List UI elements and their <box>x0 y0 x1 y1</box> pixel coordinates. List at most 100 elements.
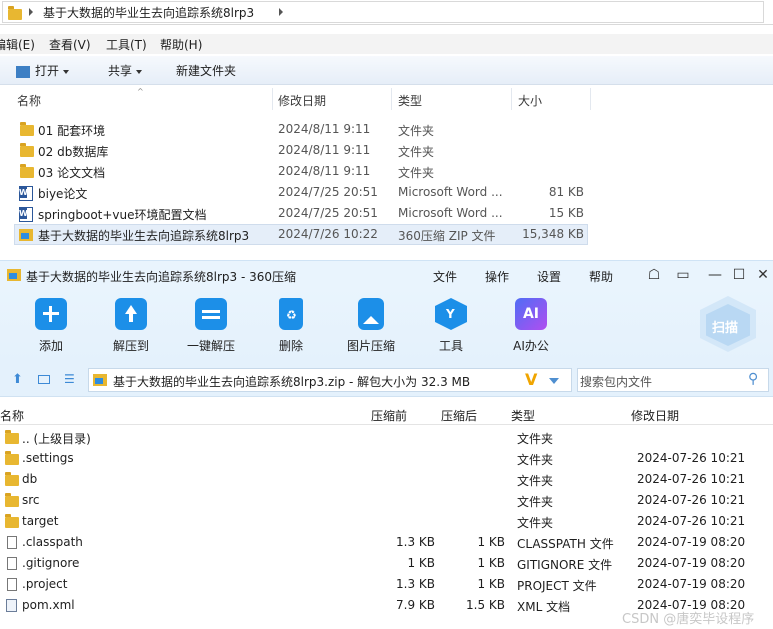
image-compress-button[interactable]: 图片压缩 <box>338 298 404 354</box>
file-row[interactable]: springboot+vue环境配置文档 2024/7/25 20:51 Mic… <box>14 203 588 224</box>
archive-row[interactable]: .settings 文件夹 2024-07-26 10:21 <box>0 448 773 469</box>
folder-icon <box>5 493 19 507</box>
add-button[interactable]: 添加 <box>18 298 84 354</box>
skin-icon[interactable]: ☖ <box>647 268 661 282</box>
breadcrumb-arrow-icon[interactable] <box>29 8 33 16</box>
file-row[interactable]: 03 论文文档 2024/8/11 9:11 文件夹 <box>14 161 588 182</box>
entry-date: 2024-07-19 08:20 <box>637 535 746 549</box>
column-divider[interactable] <box>590 88 591 110</box>
column-after[interactable]: 压缩后 <box>441 407 477 424</box>
entry-type: 文件夹 <box>517 474 554 488</box>
breadcrumb-current[interactable]: 基于大数据的毕业生去向追踪系统8lrp3 <box>43 4 254 21</box>
entry-date: 2024-07-26 10:21 <box>637 472 746 486</box>
explorer-address-bar[interactable]: 基于大数据的毕业生去向追踪系统8lrp3 <box>0 0 773 25</box>
search-icon[interactable]: ⚲ <box>748 371 758 387</box>
chevron-down-icon[interactable] <box>549 378 559 384</box>
entry-name: .project <box>22 577 68 591</box>
xml-file-icon <box>6 599 17 612</box>
entry-date: 2024-07-26 10:21 <box>637 514 746 528</box>
menu-help[interactable]: 帮助(H) <box>160 36 202 53</box>
entry-size-after: 1 KB <box>477 577 505 591</box>
column-divider[interactable] <box>391 88 392 110</box>
share-button[interactable]: 共享 <box>108 62 143 79</box>
entry-type: PROJECT 文件 <box>517 579 597 593</box>
entry-date: 2024-07-19 08:20 <box>637 556 746 570</box>
column-size[interactable]: 大小 <box>518 92 542 109</box>
entry-size-before: 1 KB <box>407 556 435 570</box>
entry-name: src <box>22 493 40 507</box>
archive-row[interactable]: .gitignore 1 KB 1 KB GITIGNORE 文件 2024-0… <box>0 553 773 574</box>
explorer-toolbar: 打开 共享 新建文件夹 <box>0 56 773 85</box>
archive-row[interactable]: .project 1.3 KB 1 KB PROJECT 文件 2024-07-… <box>0 574 773 595</box>
archive-search-field[interactable]: 搜索包内文件 ⚲ <box>577 368 769 392</box>
column-before[interactable]: 压缩前 <box>371 407 407 424</box>
chevron-down-icon <box>136 69 143 74</box>
file-name: 02 db数据库 <box>38 145 109 159</box>
tools-button[interactable]: Y 工具 <box>418 298 484 354</box>
column-date[interactable]: 修改日期 <box>631 407 679 424</box>
one-click-extract-button[interactable]: 一键解压 <box>178 298 244 354</box>
column-divider[interactable] <box>272 88 273 110</box>
archive-path-text: 基于大数据的毕业生去向追踪系统8lrp3.zip - 解包大小为 32.3 MB <box>113 375 471 389</box>
watermark: CSDN @唐奕毕设程序 <box>622 612 755 627</box>
folder-icon <box>5 430 19 444</box>
entry-size-after: 1 KB <box>477 535 505 549</box>
extract-to-button[interactable]: 解压到 <box>98 298 164 354</box>
folder-icon <box>8 6 22 20</box>
explorer-column-header: 名称 ^ 修改日期 类型 大小 <box>0 87 773 110</box>
menu-help[interactable]: 帮助 <box>589 268 613 285</box>
open-icon <box>16 65 30 78</box>
archive-row[interactable]: .. (上级目录) 文件夹 <box>0 427 773 448</box>
menu-edit[interactable]: 编辑(E) <box>0 36 35 53</box>
list-view-icon[interactable]: ☰ <box>64 372 75 386</box>
one-click-extract-icon <box>195 298 227 330</box>
archive-row[interactable]: target 文件夹 2024-07-26 10:21 <box>0 511 773 532</box>
file-date: 2024/7/26 10:22 <box>278 227 378 241</box>
file-type: Microsoft Word ... <box>398 185 503 199</box>
maximize-icon[interactable]: ☐ <box>732 268 746 282</box>
archive-row[interactable]: .classpath 1.3 KB 1 KB CLASSPATH 文件 2024… <box>0 532 773 553</box>
file-row[interactable]: 02 db数据库 2024/8/11 9:11 文件夹 <box>14 140 588 161</box>
thumbnail-view-icon[interactable] <box>38 375 50 384</box>
new-folder-button[interactable]: 新建文件夹 <box>176 62 236 79</box>
column-name[interactable]: 名称 <box>17 92 41 109</box>
delete-button[interactable]: ♻ 删除 <box>258 298 324 354</box>
zip-archive-icon <box>93 374 107 386</box>
ai-office-button[interactable]: AI AI办公 <box>498 298 564 354</box>
menu-tools[interactable]: 工具(T) <box>106 36 147 53</box>
chevron-down-icon <box>63 69 70 74</box>
entry-name: pom.xml <box>22 598 75 612</box>
close-icon[interactable]: ✕ <box>756 268 770 282</box>
archive-path-field[interactable]: 基于大数据的毕业生去向追踪系统8lrp3.zip - 解包大小为 32.3 MB… <box>88 368 572 392</box>
menu-file[interactable]: 文件 <box>433 268 457 285</box>
column-type[interactable]: 类型 <box>398 92 422 109</box>
file-type: 文件夹 <box>398 166 435 180</box>
up-arrow-icon[interactable]: ⬆ <box>12 372 23 387</box>
feedback-icon[interactable]: ▭ <box>676 268 690 282</box>
entry-size-before: 7.9 KB <box>396 598 435 612</box>
sort-up-icon: ^ <box>137 87 144 96</box>
column-divider[interactable] <box>511 88 512 110</box>
open-button[interactable]: 打开 <box>16 62 70 79</box>
minimize-icon[interactable]: — <box>708 268 722 282</box>
breadcrumb-arrow-icon[interactable] <box>279 8 283 16</box>
archive-row[interactable]: db 文件夹 2024-07-26 10:21 <box>0 469 773 490</box>
column-type[interactable]: 类型 <box>511 407 535 424</box>
folder-icon <box>5 451 19 465</box>
menu-settings[interactable]: 设置 <box>537 268 561 285</box>
zip-archive-icon <box>19 229 33 241</box>
entry-size-after: 1 KB <box>477 556 505 570</box>
search-input[interactable]: 搜索包内文件 <box>580 373 652 390</box>
zip-app-icon <box>7 269 21 281</box>
file-size: 15 KB <box>548 206 584 220</box>
menu-operate[interactable]: 操作 <box>485 268 509 285</box>
file-row[interactable]: 01 配套环境 2024/8/11 9:11 文件夹 <box>14 119 588 140</box>
archive-row[interactable]: src 文件夹 2024-07-26 10:21 <box>0 490 773 511</box>
file-row[interactable]: biye论文 2024/7/25 20:51 Microsoft Word ..… <box>14 182 588 203</box>
explorer-menubar: 编辑(E) 查看(V) 工具(T) 帮助(H) <box>0 34 773 54</box>
menu-view[interactable]: 查看(V) <box>49 36 91 53</box>
column-name[interactable]: 名称 <box>0 407 24 424</box>
file-row-selected[interactable]: 基于大数据的毕业生去向追踪系统8lrp3 2024/7/26 10:22 360… <box>14 224 588 245</box>
file-type: 360压缩 ZIP 文件 <box>398 229 496 243</box>
column-date[interactable]: 修改日期 <box>278 92 326 109</box>
